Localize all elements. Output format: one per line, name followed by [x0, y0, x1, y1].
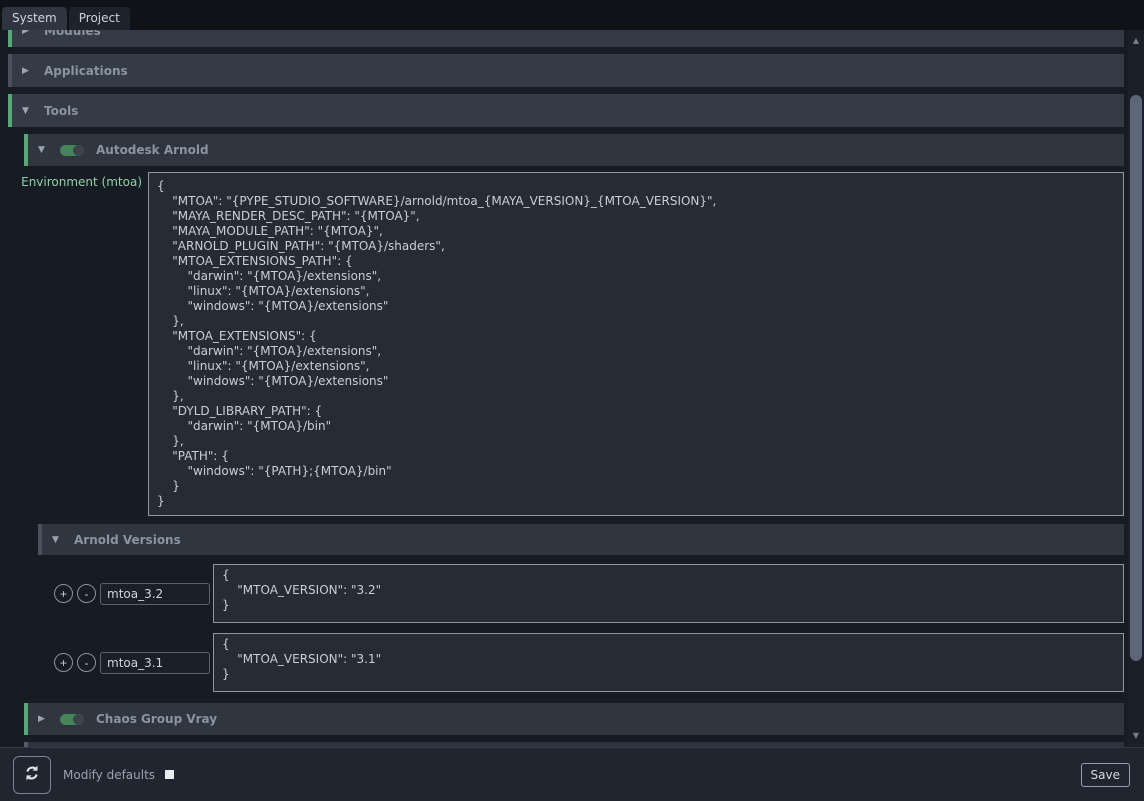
- tab-project[interactable]: Project: [69, 7, 130, 30]
- enabled-toggle[interactable]: [60, 145, 84, 156]
- scroll-up-button[interactable]: ▲: [1128, 32, 1144, 48]
- remove-version-button[interactable]: -: [77, 653, 96, 672]
- settings-window: System Project ▶ Modules ▶ Applications …: [0, 0, 1144, 801]
- environment-row: Environment (mtoa) { "MTOA": "{PYPE_STUD…: [8, 172, 1124, 516]
- toggle-knob: [73, 145, 84, 156]
- modify-defaults-label: Modify defaults: [63, 768, 155, 782]
- collapse-arrow-icon[interactable]: ▶: [22, 66, 32, 76]
- scrollbar-thumb[interactable]: [1130, 95, 1142, 661]
- settings-scroll-area: ▶ Modules ▶ Applications ▼ Tools ▼ Autod…: [0, 30, 1144, 747]
- section-header-arnold-versions[interactable]: ▼ Arnold Versions: [38, 524, 1124, 555]
- save-button[interactable]: Save: [1081, 763, 1130, 787]
- version-name-input[interactable]: [100, 652, 210, 674]
- refresh-button[interactable]: [13, 756, 51, 794]
- add-version-button[interactable]: +: [54, 584, 73, 603]
- version-json-editor[interactable]: { "MTOA_VERSION": "3.2" }: [213, 564, 1124, 623]
- collapse-arrow-icon[interactable]: ▶: [38, 714, 48, 724]
- collapse-arrow-icon[interactable]: ▶: [22, 30, 32, 36]
- section-header-autodesk-arnold[interactable]: ▼ Autodesk Arnold: [24, 134, 1124, 166]
- expand-arrow-icon[interactable]: ▼: [22, 106, 32, 116]
- remove-version-button[interactable]: -: [77, 584, 96, 603]
- vertical-scrollbar[interactable]: ▲ ▼: [1128, 30, 1144, 747]
- section-header-partial[interactable]: [24, 742, 1124, 747]
- version-name-input[interactable]: [100, 583, 210, 605]
- settings-content: ▶ Modules ▶ Applications ▼ Tools ▼ Autod…: [0, 30, 1128, 747]
- section-label: Autodesk Arnold: [96, 143, 209, 157]
- version-row: + - { "MTOA_VERSION": "3.1" }: [54, 633, 1124, 692]
- section-label: Modules: [44, 30, 101, 38]
- tab-system[interactable]: System: [2, 7, 67, 30]
- tab-bar: System Project: [0, 0, 1144, 30]
- section-label: Chaos Group Vray: [96, 712, 217, 726]
- section-label: Applications: [44, 64, 128, 78]
- expand-arrow-icon[interactable]: ▼: [38, 145, 48, 155]
- section-header-chaos-group-vray[interactable]: ▶ Chaos Group Vray: [24, 703, 1124, 735]
- section-label: Tools: [44, 104, 78, 118]
- section-header-applications[interactable]: ▶ Applications: [8, 54, 1124, 87]
- scroll-down-button[interactable]: ▼: [1128, 727, 1144, 743]
- add-version-button[interactable]: +: [54, 653, 73, 672]
- refresh-icon: [22, 763, 42, 786]
- version-json-editor[interactable]: { "MTOA_VERSION": "3.1" }: [213, 633, 1124, 692]
- version-row: + - { "MTOA_VERSION": "3.2" }: [54, 564, 1124, 623]
- expand-arrow-icon[interactable]: ▼: [52, 535, 62, 545]
- environment-label: Environment (mtoa): [8, 172, 148, 189]
- modify-defaults-checkbox[interactable]: [165, 770, 174, 779]
- enabled-toggle[interactable]: [60, 714, 84, 725]
- environment-json-editor[interactable]: { "MTOA": "{PYPE_STUDIO_SOFTWARE}/arnold…: [148, 172, 1124, 516]
- footer-bar: Modify defaults Save: [0, 747, 1144, 801]
- toggle-knob: [73, 714, 84, 725]
- section-label: Arnold Versions: [74, 533, 181, 547]
- section-header-tools[interactable]: ▼ Tools: [8, 94, 1124, 127]
- section-header-modules[interactable]: ▶ Modules: [8, 30, 1124, 47]
